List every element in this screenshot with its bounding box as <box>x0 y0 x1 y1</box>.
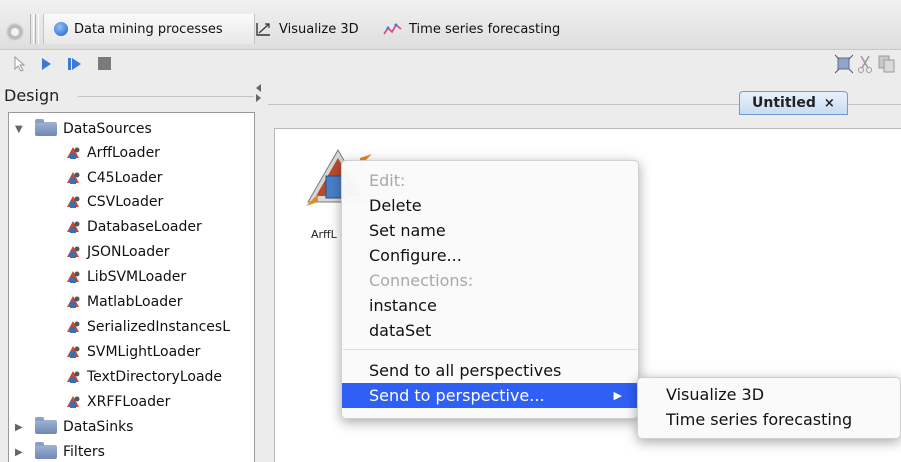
menu-item-instance[interactable]: instance <box>342 293 638 318</box>
perspective-visualize-3d[interactable]: Visualize 3D <box>255 14 359 44</box>
collapse-right-icon[interactable] <box>256 94 261 102</box>
loader-icon <box>67 196 80 208</box>
tree-item-label: TextDirectoryLoade <box>87 369 223 385</box>
menu-item-configure[interactable]: Configure... <box>342 243 638 268</box>
tree-folder-label: Filters <box>63 444 105 460</box>
close-icon[interactable]: × <box>824 96 835 111</box>
cut-icon[interactable] <box>857 54 873 74</box>
menu-item-set-name[interactable]: Set name <box>342 218 638 243</box>
blue-circle-icon <box>54 22 68 36</box>
tree-folder-label: DataSources <box>63 121 152 137</box>
snap-to-grid-icon[interactable] <box>834 54 854 74</box>
tree-item-label: LibSVMLoader <box>87 269 187 285</box>
tree-item-label: JSONLoader <box>87 244 170 260</box>
chevron-right-icon[interactable]: ▶ <box>15 447 25 458</box>
component-tree[interactable]: ▼ DataSources ArffLoader C45Loader CSVLo… <box>8 112 255 462</box>
tree-item-xrffloader[interactable]: XRFFLoader <box>65 390 170 414</box>
tree-item-matlabloader[interactable]: MatlabLoader <box>65 290 182 314</box>
submenu-item-visualize-3d[interactable]: Visualize 3D <box>666 385 764 404</box>
submenu-item-time-series[interactable]: Time series forecasting <box>666 410 852 429</box>
divider <box>78 96 254 97</box>
loader-icon <box>67 296 80 308</box>
context-menu: Edit: Delete Set name Configure... Conne… <box>341 160 639 419</box>
perspective-label: Time series forecasting <box>409 21 561 37</box>
perspective-label: Visualize 3D <box>279 21 359 37</box>
stop-icon[interactable] <box>98 57 111 70</box>
run-toolbar <box>0 50 901 80</box>
chevron-right-icon[interactable]: ▶ <box>15 422 25 433</box>
menu-item-label: Send to perspective... <box>369 386 545 405</box>
loader-icon <box>67 221 80 233</box>
loader-icon <box>67 271 80 283</box>
tree-item-libsvmloader[interactable]: LibSVMLoader <box>65 265 186 289</box>
perspective-submenu: Visualize 3D Time series forecasting <box>637 377 901 439</box>
chevron-down-icon[interactable]: ▼ <box>15 124 25 135</box>
loader-icon <box>67 172 80 184</box>
tree-item-label: MatlabLoader <box>87 294 183 310</box>
tree-item-serializedinstancesloader[interactable]: SerializedInstancesL <box>65 315 230 339</box>
copy-icon[interactable] <box>877 54 897 74</box>
menu-item-send-to-all[interactable]: Send to all perspectives <box>342 358 638 383</box>
tree-item-label: XRFFLoader <box>87 394 171 410</box>
tree-item-label: DatabaseLoader <box>87 219 202 235</box>
loader-icon <box>67 396 80 408</box>
panel-splitter[interactable] <box>254 80 268 461</box>
menu-item-send-to-perspective[interactable]: Send to perspective... ▶ <box>342 383 638 408</box>
play-icon[interactable] <box>42 58 51 70</box>
toolbar-grip <box>35 14 39 44</box>
menu-header-edit: Edit: <box>369 171 406 190</box>
tab-label: Untitled <box>752 95 816 111</box>
tree-item-label: SVMLightLoader <box>87 344 201 360</box>
tree-item-label: C45Loader <box>87 170 163 186</box>
play-all-icon[interactable] <box>68 58 84 70</box>
pointer-icon[interactable] <box>12 56 26 72</box>
toolbar-grip <box>30 14 34 44</box>
canvas-node-label: ArffL <box>311 228 337 241</box>
perspective-data-mining[interactable]: Data mining processes <box>43 14 255 44</box>
tree-item-label: CSVLoader <box>87 194 164 210</box>
tree-item-label: SerializedInstancesL <box>87 319 230 335</box>
menu-item-dataset[interactable]: dataSet <box>342 318 638 343</box>
folder-icon <box>35 417 57 434</box>
tree-item-c45loader[interactable]: C45Loader <box>65 166 163 190</box>
tree-item-svmlightloader[interactable]: SVMLightLoader <box>65 340 200 364</box>
tree-folder-label: DataSinks <box>63 419 134 435</box>
tree-folder-filters[interactable]: ▶ Filters <box>15 440 105 462</box>
loader-icon <box>67 246 80 258</box>
visualize-3d-icon <box>256 23 270 36</box>
design-panel-title: Design <box>4 86 60 105</box>
gear-icon[interactable] <box>6 23 24 41</box>
tree-item-arffloader[interactable]: ArffLoader <box>65 141 160 165</box>
menu-header-connections: Connections: <box>369 271 474 290</box>
tree-item-csvloader[interactable]: CSVLoader <box>65 190 163 214</box>
tree-item-label: ArffLoader <box>87 145 160 161</box>
loader-icon <box>67 371 80 383</box>
perspective-time-series[interactable]: Time series forecasting <box>383 14 560 44</box>
tree-item-databaseloader[interactable]: DatabaseLoader <box>65 215 202 239</box>
perspective-label: Data mining processes <box>74 21 223 37</box>
folder-icon <box>35 119 57 136</box>
tree-item-jsonloader[interactable]: JSONLoader <box>65 240 169 264</box>
tree-item-textdirectoryloader[interactable]: TextDirectoryLoade <box>65 365 222 389</box>
submenu-arrow-icon: ▶ <box>613 389 622 402</box>
tree-folder-datasinks[interactable]: ▶ DataSinks <box>15 415 133 439</box>
menu-item-delete[interactable]: Delete <box>342 193 638 218</box>
time-series-icon <box>383 23 402 35</box>
tree-folder-datasources[interactable]: ▼ DataSources <box>15 117 152 141</box>
folder-icon <box>35 442 57 459</box>
loader-icon <box>67 321 80 333</box>
collapse-left-icon[interactable] <box>256 84 261 92</box>
tab-untitled[interactable]: Untitled × <box>739 91 848 115</box>
loader-icon <box>67 346 80 358</box>
loader-icon <box>67 147 80 159</box>
menu-separator <box>343 349 637 350</box>
